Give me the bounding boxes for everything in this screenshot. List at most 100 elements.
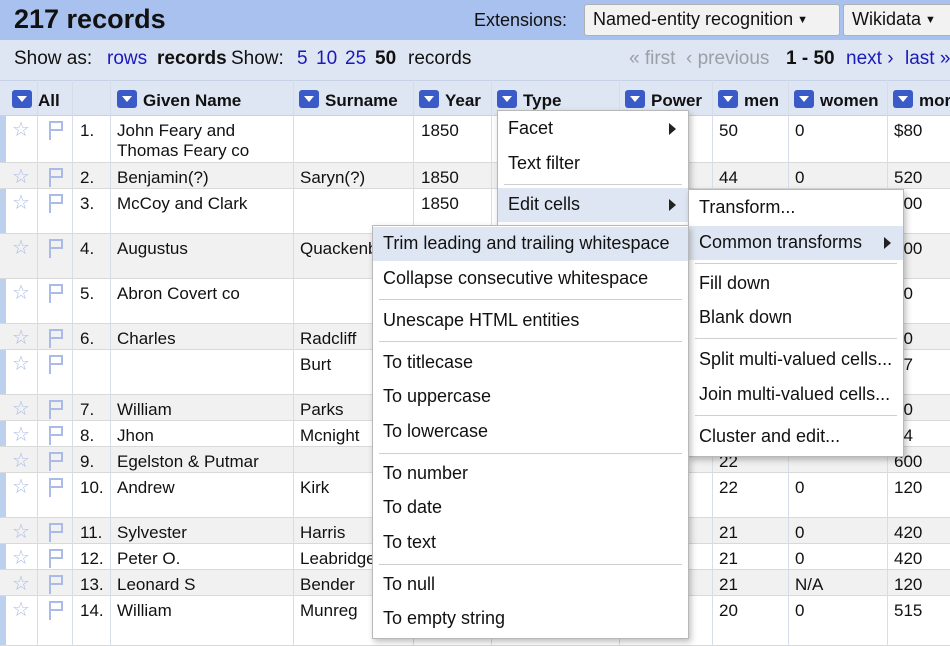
- column-dropdown-icon[interactable]: [625, 90, 645, 108]
- cell-num[interactable]: 11.: [80, 523, 102, 543]
- menu-item-to-empty-string[interactable]: To empty string: [373, 602, 688, 636]
- cell-year[interactable]: 1850: [421, 194, 459, 214]
- star-icon[interactable]: ☆: [12, 522, 30, 542]
- star-icon[interactable]: ☆: [12, 548, 30, 568]
- cell-given[interactable]: Egelston & Putmar: [117, 452, 259, 472]
- page-size-50[interactable]: 50: [375, 48, 396, 70]
- star-icon[interactable]: ☆: [12, 238, 30, 258]
- menu-item-blank-down[interactable]: Blank down: [689, 301, 903, 335]
- menu-item-to-number[interactable]: To number: [373, 457, 688, 491]
- column-header-given-name[interactable]: Given Name: [117, 81, 241, 117]
- menu-item-to-null[interactable]: To null: [373, 568, 688, 602]
- menu-item-text-filter[interactable]: Text filter: [498, 147, 688, 181]
- cell-surname[interactable]: Kirk: [300, 478, 329, 498]
- cell-wage[interactable]: 420: [894, 549, 922, 569]
- column-dropdown-icon[interactable]: [12, 90, 32, 108]
- flag-icon[interactable]: [47, 425, 65, 445]
- cell-num[interactable]: 9.: [80, 452, 94, 472]
- last-page-link[interactable]: last »: [905, 48, 950, 70]
- cell-given[interactable]: McCoy and Clark: [117, 194, 247, 214]
- page-size-5[interactable]: 5: [297, 48, 308, 70]
- cell-wage[interactable]: 120: [894, 478, 922, 498]
- cell-wage[interactable]: $80: [894, 121, 922, 141]
- cell-surname[interactable]: Harris: [300, 523, 345, 543]
- cell-num[interactable]: 4.: [80, 239, 94, 259]
- star-icon[interactable]: ☆: [12, 167, 30, 187]
- column-header-all[interactable]: All: [12, 81, 60, 117]
- cell-given[interactable]: John Feary and Thomas Feary co: [117, 121, 249, 161]
- flag-icon[interactable]: [47, 167, 65, 187]
- flag-icon[interactable]: [47, 120, 65, 140]
- cell-given[interactable]: Leonard S: [117, 575, 195, 595]
- star-icon[interactable]: ☆: [12, 399, 30, 419]
- star-icon[interactable]: ☆: [12, 451, 30, 471]
- menu-item-to-titlecase[interactable]: To titlecase: [373, 346, 688, 380]
- flag-icon[interactable]: [47, 574, 65, 594]
- flag-icon[interactable]: [47, 451, 65, 471]
- cell-given[interactable]: Benjamin(?): [117, 168, 209, 188]
- column-header-women[interactable]: women: [794, 81, 879, 117]
- star-icon[interactable]: ☆: [12, 477, 30, 497]
- cell-given[interactable]: William: [117, 601, 172, 621]
- cell-given[interactable]: Jhon: [117, 426, 154, 446]
- next-page-link[interactable]: next ›: [846, 48, 894, 70]
- cell-year[interactable]: 1850: [421, 121, 459, 141]
- cell-surname[interactable]: Leabridge: [300, 549, 376, 569]
- cell-num[interactable]: 12.: [80, 549, 104, 569]
- cell-men[interactable]: 21: [719, 549, 738, 569]
- page-size-10[interactable]: 10: [316, 48, 337, 70]
- flag-icon[interactable]: [47, 399, 65, 419]
- cell-num[interactable]: 10.: [80, 478, 104, 498]
- star-icon[interactable]: ☆: [12, 574, 30, 594]
- menu-item-collapse-whitespace[interactable]: Collapse consecutive whitespace: [373, 262, 688, 296]
- menu-item-fill-down[interactable]: Fill down: [689, 267, 903, 301]
- star-icon[interactable]: ☆: [12, 193, 30, 213]
- rows-mode-link[interactable]: rows: [107, 48, 147, 70]
- cell-given[interactable]: Augustus: [117, 239, 188, 259]
- cell-num[interactable]: 14.: [80, 601, 104, 621]
- menu-item-trim-whitespace[interactable]: Trim leading and trailing whitespace: [373, 227, 688, 261]
- cell-num[interactable]: 8.: [80, 426, 94, 446]
- column-header-year[interactable]: Year: [419, 81, 481, 117]
- menu-item-to-uppercase[interactable]: To uppercase: [373, 380, 688, 414]
- cell-num[interactable]: 6.: [80, 329, 94, 349]
- cell-men[interactable]: 22: [719, 478, 738, 498]
- column-dropdown-icon[interactable]: [794, 90, 814, 108]
- cell-men[interactable]: 50: [719, 121, 738, 141]
- cell-men[interactable]: 20: [719, 601, 738, 621]
- menu-item-edit-cells[interactable]: Edit cells: [498, 188, 688, 222]
- star-icon[interactable]: ☆: [12, 354, 30, 374]
- cell-women[interactable]: 0: [795, 121, 804, 141]
- column-header-surname[interactable]: Surname: [299, 81, 398, 117]
- column-dropdown-icon[interactable]: [419, 90, 439, 108]
- cell-women[interactable]: 0: [795, 601, 804, 621]
- cell-year[interactable]: 1850: [421, 168, 459, 188]
- cell-num[interactable]: 1.: [80, 121, 94, 141]
- column-dropdown-icon[interactable]: [497, 90, 517, 108]
- star-icon[interactable]: ☆: [12, 283, 30, 303]
- cell-men[interactable]: 21: [719, 523, 738, 543]
- cell-num[interactable]: 13.: [80, 575, 104, 595]
- cell-women[interactable]: 0: [795, 549, 804, 569]
- cell-num[interactable]: 7.: [80, 400, 94, 420]
- cell-wage[interactable]: 520: [894, 168, 922, 188]
- menu-item-to-text[interactable]: To text: [373, 526, 688, 560]
- cell-num[interactable]: 3.: [80, 194, 94, 214]
- records-mode-link[interactable]: records: [157, 48, 227, 70]
- column-dropdown-icon[interactable]: [718, 90, 738, 108]
- column-dropdown-icon[interactable]: [893, 90, 913, 108]
- menu-item-to-lowercase[interactable]: To lowercase: [373, 415, 688, 449]
- cell-women[interactable]: N/A: [795, 575, 823, 595]
- cell-surname[interactable]: Burt: [300, 355, 331, 375]
- cell-surname[interactable]: Mcnight: [300, 426, 360, 446]
- cell-surname[interactable]: Parks: [300, 400, 343, 420]
- star-icon[interactable]: ☆: [12, 120, 30, 140]
- menu-item-transform[interactable]: Transform...: [689, 191, 903, 225]
- menu-item-join-multi-valued[interactable]: Join multi-valued cells...: [689, 378, 903, 412]
- column-dropdown-icon[interactable]: [117, 90, 137, 108]
- cell-given[interactable]: Abron Covert co: [117, 284, 240, 304]
- cell-surname[interactable]: Munreg: [300, 601, 358, 621]
- column-dropdown-icon[interactable]: [299, 90, 319, 108]
- cell-given[interactable]: Andrew: [117, 478, 175, 498]
- flag-icon[interactable]: [47, 548, 65, 568]
